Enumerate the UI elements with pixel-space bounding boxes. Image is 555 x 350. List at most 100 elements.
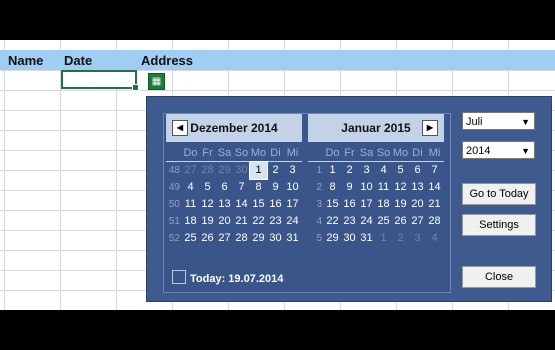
day-cell[interactable]: 24 [284,213,301,230]
day-cell[interactable]: 9 [267,179,284,196]
week-number: 4 [316,216,322,227]
day-cell[interactable]: 13 [216,196,233,213]
day-cell[interactable]: 10 [358,179,375,196]
day-cell[interactable]: 16 [267,196,284,213]
weekday-label: Fr [344,147,355,159]
day-cell[interactable]: 10 [284,179,301,196]
day-cell[interactable]: 15 [324,196,341,213]
day-cell[interactable]: 19 [392,196,409,213]
day-cell[interactable]: 2 [392,230,409,247]
day-cell[interactable]: 3 [284,162,301,179]
day-cell[interactable]: 6 [409,162,426,179]
day-cell[interactable]: 12 [199,196,216,213]
day-cell[interactable]: 22 [250,213,267,230]
calendar-icon[interactable]: ▦ [148,73,165,90]
day-cell[interactable]: 9 [341,179,358,196]
day-cell[interactable]: 18 [182,213,199,230]
day-cell[interactable]: 23 [267,213,284,230]
left-days: 48 27 28 29 30 1 2 3 49 4 5 6 7 8 9 10 50 11 12 13 14 15 16 17 5… [166,161,302,247]
week-number: 50 [168,199,180,210]
weekday-label: Mo [392,147,409,159]
day-cell[interactable]: 26 [392,213,409,230]
day-cell[interactable]: 4 [375,162,392,179]
day-cell[interactable]: 29 [250,230,267,247]
day-cell[interactable]: 7 [233,179,250,196]
day-cell[interactable]: 27 [409,213,426,230]
day-cell[interactable]: 29 [324,230,341,247]
weekday-label: Mo [250,147,267,159]
day-cell[interactable]: 21 [233,213,250,230]
close-button[interactable]: Close [462,266,536,288]
day-cell[interactable]: 20 [216,213,233,230]
day-cell[interactable]: 8 [250,179,267,196]
day-cell[interactable]: 28 [233,230,250,247]
week-row: 50 11 12 13 14 15 16 17 [166,196,302,213]
week-number: 51 [168,216,180,227]
day-cell[interactable]: 30 [341,230,358,247]
month-select[interactable]: Juli ▼ [462,112,535,130]
week-number: 3 [316,199,322,210]
day-cell[interactable]: 11 [182,196,199,213]
go-to-today-button[interactable]: Go to Today [462,183,536,205]
day-cell[interactable]: 7 [426,162,443,179]
day-cell[interactable]: 23 [341,213,358,230]
day-cell[interactable]: 11 [375,179,392,196]
day-cell[interactable]: 3 [358,162,375,179]
left-weekday-row: Do Fr Sa So Mo Di Mi [166,145,302,162]
day-cell[interactable]: 27 [182,162,199,179]
header-name[interactable]: Name [8,53,43,68]
day-cell[interactable]: 2 [267,162,284,179]
left-month-header: ◀ Dezember 2014 [166,114,302,142]
day-cell[interactable]: 26 [199,230,216,247]
day-cell[interactable]: 24 [358,213,375,230]
today-checkbox[interactable] [172,270,186,284]
selected-date-cell[interactable] [61,70,139,91]
week-row: 49 4 5 6 7 8 9 10 [166,179,302,196]
chevron-right-icon[interactable]: ▶ [422,120,438,136]
day-cell[interactable]: 18 [375,196,392,213]
day-cell[interactable]: 12 [392,179,409,196]
day-cell[interactable]: 29 [216,162,233,179]
day-cell[interactable]: 21 [426,196,443,213]
day-cell[interactable]: 28 [426,213,443,230]
selected-day[interactable]: 1 [249,161,268,180]
day-cell[interactable]: 30 [267,230,284,247]
day-cell[interactable]: 8 [324,179,341,196]
day-cell[interactable]: 19 [199,213,216,230]
day-cell[interactable]: 25 [182,230,199,247]
day-cell[interactable]: 15 [250,196,267,213]
day-cell[interactable]: 31 [284,230,301,247]
day-cell[interactable]: 30 [233,162,250,179]
day-cell[interactable]: 22 [324,213,341,230]
settings-button[interactable]: Settings [462,214,536,236]
day-cell[interactable]: 6 [216,179,233,196]
day-cell[interactable]: 16 [341,196,358,213]
day-cell[interactable]: 27 [216,230,233,247]
day-cell[interactable]: 4 [182,179,199,196]
day-cell[interactable]: 5 [392,162,409,179]
weekday-label: Fr [202,147,213,159]
year-select[interactable]: 2014 ▼ [462,141,535,159]
day-cell[interactable]: 28 [199,162,216,179]
header-date[interactable]: Date [64,53,92,68]
day-cell[interactable]: 20 [409,196,426,213]
week-number: 49 [168,182,180,193]
day-cell[interactable]: 31 [358,230,375,247]
day-cell[interactable]: 14 [426,179,443,196]
month-select-value: Juli [466,116,483,128]
day-cell[interactable]: 4 [426,230,443,247]
day-cell[interactable]: 14 [233,196,250,213]
header-address[interactable]: Address [141,53,193,68]
day-cell[interactable]: 25 [375,213,392,230]
chevron-left-icon[interactable]: ◀ [172,120,188,136]
day-cell[interactable]: 2 [341,162,358,179]
day-cell[interactable]: 17 [284,196,301,213]
fill-handle[interactable] [132,84,139,91]
day-cell[interactable]: 1 [375,230,392,247]
day-cell[interactable]: 5 [199,179,216,196]
day-cell[interactable]: 3 [409,230,426,247]
day-cell[interactable]: 1 [324,162,341,179]
today-label[interactable]: Today: 19.07.2014 [190,273,283,285]
day-cell[interactable]: 17 [358,196,375,213]
day-cell[interactable]: 13 [409,179,426,196]
